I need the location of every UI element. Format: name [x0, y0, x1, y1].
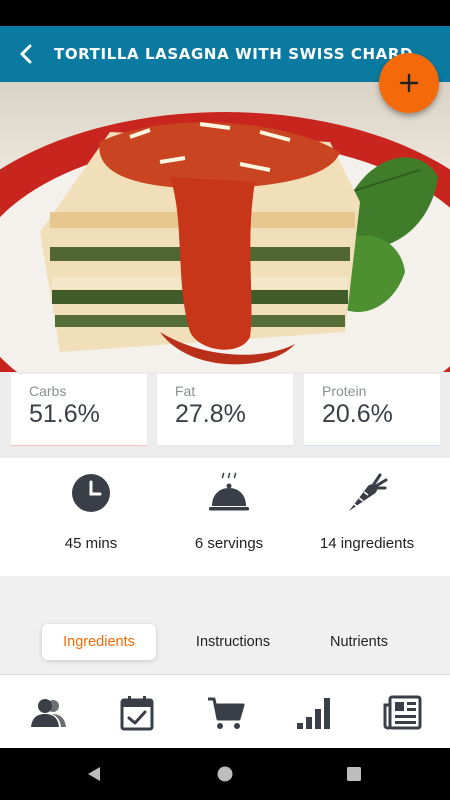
calendar-check-icon[interactable] — [117, 693, 157, 733]
cloche-icon — [209, 472, 249, 511]
stat-time-text: 45 mins — [64, 535, 118, 552]
stat-servings-text: 6 servings — [194, 535, 264, 552]
macro-value: 20.6% — [322, 400, 393, 428]
back-triangle-icon[interactable] — [86, 766, 102, 782]
tab-instructions[interactable]: Instructions — [178, 624, 288, 660]
bottom-nav — [0, 674, 450, 748]
system-nav-bar — [0, 748, 450, 800]
home-circle-icon[interactable] — [217, 766, 233, 782]
stat-ingredients-text: 14 ingredients — [319, 535, 415, 552]
macro-label: Fat — [175, 383, 196, 399]
macro-value: 51.6% — [29, 400, 100, 428]
tab-nutrients[interactable]: Nutrients — [312, 624, 406, 660]
profile-icon[interactable] — [29, 693, 69, 733]
macro-label: Protein — [322, 383, 367, 399]
page-title: TORTILLA LASAGNA WITH SWISS CHARD — [54, 45, 414, 63]
plus-icon — [399, 73, 419, 93]
recipe-stats-row: 45 mins 6 servings 14 ingredients — [0, 458, 450, 576]
lasagna-photo — [0, 112, 450, 384]
status-bar — [0, 0, 450, 26]
back-button[interactable] — [0, 26, 52, 82]
macro-underline — [157, 445, 293, 446]
macro-underline — [304, 445, 440, 446]
recipe-tabs: Ingredients Instructions Nutrients — [0, 624, 450, 660]
newspaper-icon[interactable] — [382, 693, 422, 733]
recents-square-icon[interactable] — [346, 766, 362, 782]
macro-label: Carbs — [29, 383, 67, 399]
macro-card-protein: Protein 20.6% — [304, 374, 440, 446]
carrot-icon — [349, 473, 388, 511]
recipe-hero-image — [0, 82, 450, 384]
stat-ingredients: 14 ingredients — [292, 458, 442, 576]
macro-card-fat: Fat 27.8% — [157, 374, 293, 446]
macro-value: 27.8% — [175, 400, 246, 428]
cart-icon[interactable] — [206, 693, 246, 733]
stat-servings: 6 servings — [154, 458, 304, 576]
macros-row: Carbs 51.6% Fat 27.8% Protein 20.6% — [0, 372, 450, 458]
clock-icon — [72, 474, 110, 512]
bar-chart-icon[interactable] — [294, 693, 334, 733]
stat-time: 45 mins — [16, 458, 166, 576]
tab-ingredients[interactable]: Ingredients — [42, 624, 156, 660]
macro-card-carbs: Carbs 51.6% — [11, 374, 147, 446]
add-fab-button[interactable] — [379, 53, 439, 113]
chevron-left-icon — [20, 44, 32, 64]
macro-underline — [11, 445, 147, 446]
